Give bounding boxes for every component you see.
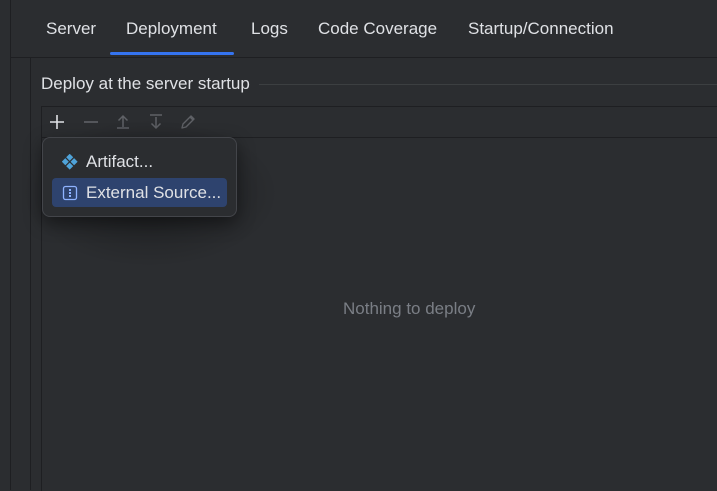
- add-popup-menu: Artifact... External Source...: [42, 137, 237, 217]
- menu-item-external-source[interactable]: External Source...: [52, 178, 227, 207]
- empty-list-text: Nothing to deploy: [343, 299, 476, 318]
- group-separator: [259, 84, 717, 85]
- artifact-icon: [62, 153, 78, 170]
- external-source-icon: [62, 185, 78, 201]
- window-left-border: [10, 0, 11, 490]
- tab-logs[interactable]: Logs: [251, 19, 288, 39]
- tab-startup-connection[interactable]: Startup/Connection: [468, 19, 614, 39]
- menu-item-label: Artifact...: [86, 151, 154, 171]
- menu-item-label: External Source...: [86, 182, 222, 202]
- tab-code-coverage[interactable]: Code Coverage: [318, 19, 437, 39]
- tab-deployment[interactable]: Deployment: [126, 19, 217, 39]
- menu-item-artifact[interactable]: Artifact...: [52, 147, 227, 176]
- group-title: Deploy at the server startup: [41, 74, 250, 93]
- tab-server[interactable]: Server: [46, 19, 96, 39]
- active-tab-indicator: [110, 52, 234, 55]
